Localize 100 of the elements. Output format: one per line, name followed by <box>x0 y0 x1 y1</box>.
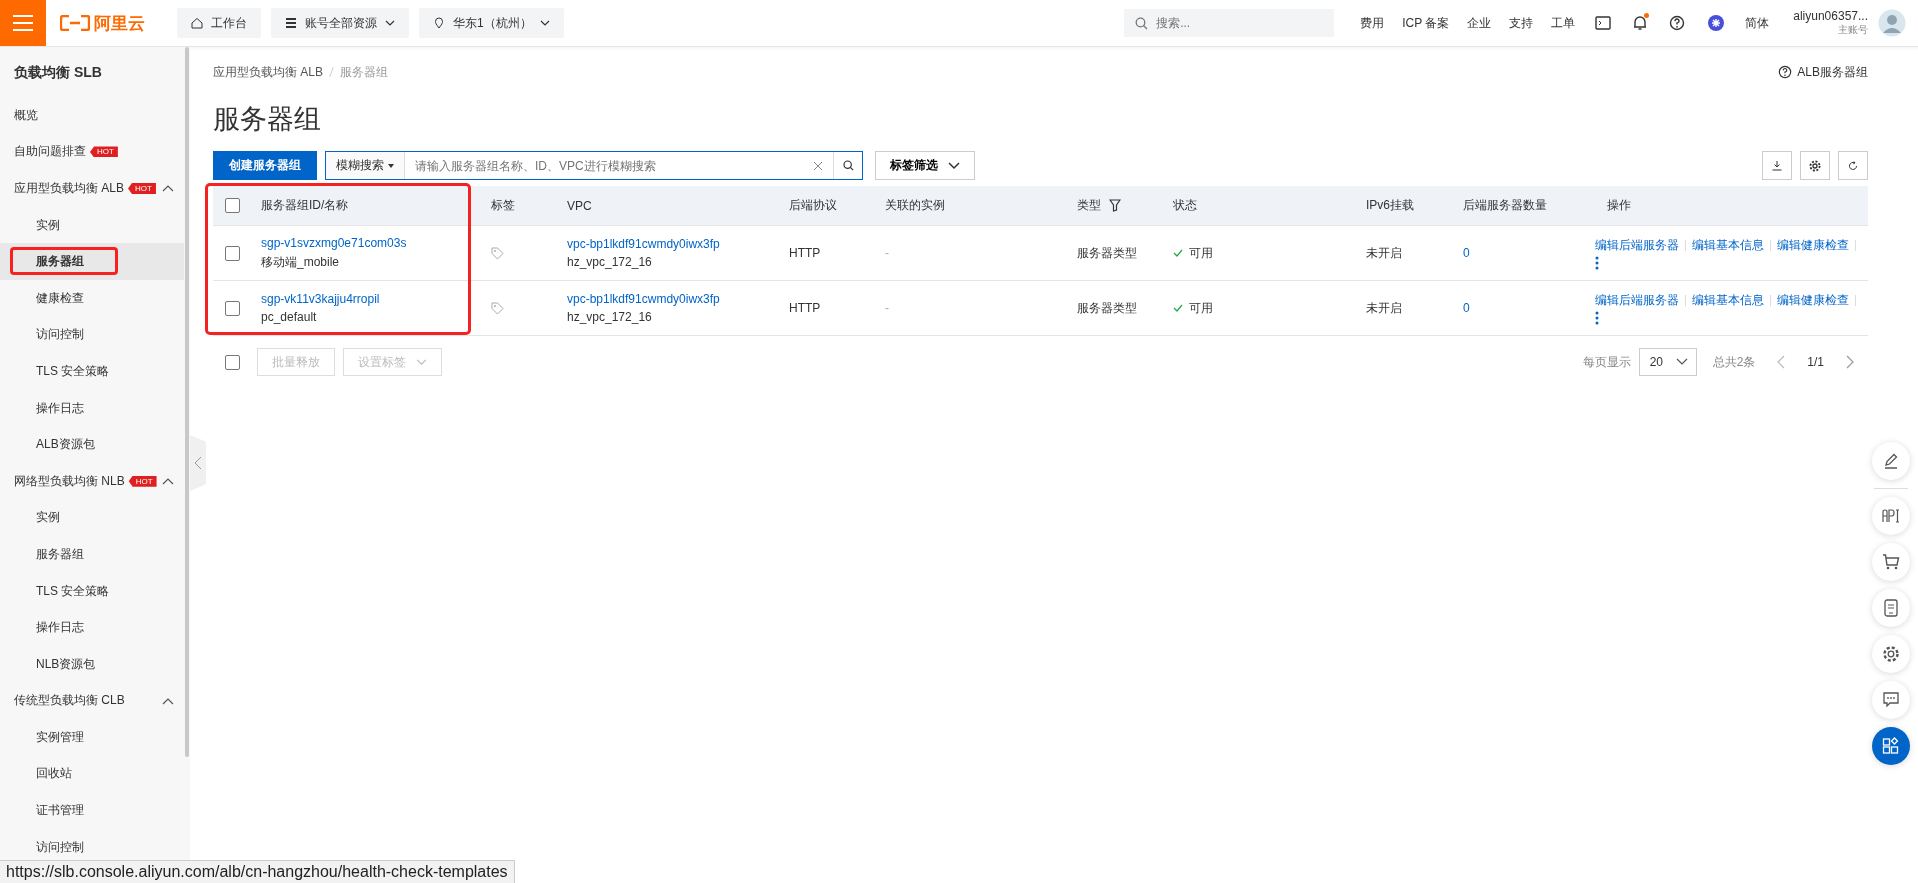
top-nav-link[interactable]: 支持 <box>1509 14 1534 32</box>
sidebar-item[interactable]: 自助问题排查 HOT <box>0 133 190 171</box>
phone-icon <box>1883 599 1899 617</box>
refresh-button[interactable] <box>1838 151 1868 180</box>
top-nav-link[interactable]: 工单 <box>1551 14 1576 32</box>
create-button[interactable]: 创建服务器组 <box>213 151 317 180</box>
terminal-icon[interactable] <box>1595 16 1612 30</box>
app-icon[interactable] <box>1707 14 1726 32</box>
caret-icon <box>385 20 395 26</box>
sidebar-item[interactable]: 概览 <box>0 97 190 134</box>
search-field[interactable]: 模糊搜索 请输入服务器组名称、ID、VPC进行模糊搜索 <box>325 151 863 180</box>
sidebar-item[interactable]: 操作日志 <box>36 619 84 637</box>
server-count-link[interactable]: 0 <box>1463 301 1470 315</box>
account-scope-dropdown[interactable]: 账号全部资源 <box>271 8 409 38</box>
sidebar-item[interactable]: 健康检查 <box>36 289 84 307</box>
hot-badge: HOT <box>90 146 118 158</box>
sidebar-item[interactable]: 服务器组 <box>36 545 84 563</box>
search-mode-dropdown[interactable]: 模糊搜索 <box>326 152 405 179</box>
language-link[interactable]: 简体 <box>1745 14 1770 32</box>
message-button[interactable] <box>1872 681 1910 719</box>
sidebar-item[interactable]: 操作日志 <box>36 399 84 417</box>
sidebar-item[interactable]: 实例 <box>36 216 60 234</box>
sidebar-group[interactable]: 传统型负载均衡 CLB <box>0 682 190 720</box>
menu-button[interactable] <box>0 0 46 46</box>
download-button[interactable] <box>1762 151 1792 180</box>
action-link[interactable]: 编辑基本信息 <box>1692 236 1764 254</box>
region-dropdown[interactable]: 华东1（杭州） <box>419 8 564 38</box>
server-group-id-link[interactable]: sgp-v1svzxmg0e71com03s <box>261 235 407 250</box>
tag-filter-dropdown[interactable]: 标签筛选 <box>875 151 975 180</box>
top-nav-link[interactable]: 费用 <box>1360 14 1385 32</box>
workbench-button[interactable]: 工作台 <box>177 8 261 38</box>
chevron-left-icon <box>194 456 202 470</box>
sidebar-item[interactable]: TLS 安全策略 <box>36 582 110 600</box>
search-icon <box>842 160 854 171</box>
search-field[interactable]: 搜索... <box>1124 9 1335 37</box>
sidebar-item[interactable]: 回收站 <box>36 765 72 783</box>
more-icon[interactable] <box>1595 310 1599 325</box>
apps-button[interactable] <box>1872 727 1910 765</box>
sidebar-title: 负载均衡 SLB <box>13 63 103 82</box>
action-link[interactable]: 编辑健康检查 <box>1777 236 1849 254</box>
help-icon[interactable] <box>1669 15 1686 31</box>
sidebar-group[interactable]: 应用型负载均衡 ALB HOT <box>0 170 190 207</box>
search-input[interactable]: 请输入服务器组名称、ID、VPC进行模糊搜索 <box>405 157 803 174</box>
sidebar-item[interactable]: 实例管理 <box>36 728 84 746</box>
page-size-select[interactable]: 20 <box>1638 348 1697 376</box>
server-count-link[interactable]: 0 <box>1463 246 1470 260</box>
action-link[interactable]: 编辑后端服务器 <box>1595 236 1679 254</box>
home-icon <box>191 17 203 29</box>
status-text: 可用 <box>1189 244 1213 262</box>
action-link[interactable]: 编辑健康检查 <box>1777 291 1849 309</box>
checkbox[interactable] <box>225 245 240 261</box>
sidebar-item[interactable]: TLS 安全策略 <box>36 362 110 380</box>
collapse-handle[interactable] <box>190 435 206 491</box>
vpc-name: hz_vpc_172_16 <box>567 310 652 324</box>
settings-button[interactable] <box>1800 151 1830 180</box>
vpc-link[interactable]: vpc-bp1lkdf91cwmdy0iwx3fp <box>567 292 720 306</box>
bell-icon[interactable] <box>1633 15 1648 31</box>
server-group-name: pc_default <box>261 310 317 324</box>
vpc-link[interactable]: vpc-bp1lkdf91cwmdy0iwx3fp <box>567 237 720 251</box>
table-cell: 未开启 <box>1366 244 1402 262</box>
api-icon <box>1882 509 1900 523</box>
sidebar-item[interactable]: 访问控制 <box>36 326 84 344</box>
api-button[interactable] <box>1872 497 1910 535</box>
top-nav-link[interactable]: 企业 <box>1467 14 1492 32</box>
sidebar-item[interactable]: 实例 <box>36 509 60 527</box>
sidebar-group[interactable]: 网络型负载均衡 NLB HOT <box>0 462 190 500</box>
sidebar-item[interactable]: ALB资源包 <box>36 436 95 454</box>
total-count: 总共2条 <box>1712 353 1756 371</box>
top-nav-link[interactable]: ICP 备案 <box>1402 14 1450 32</box>
grid-icon <box>1882 737 1900 755</box>
status-text: 可用 <box>1189 299 1213 317</box>
gear-icon <box>1809 159 1821 172</box>
sidebar-item[interactable]: 服务器组 <box>36 253 84 271</box>
next-page-icon[interactable] <box>1846 355 1854 369</box>
page-indicator: 1/1 <box>1807 355 1824 369</box>
column-header: 标签 <box>491 197 515 214</box>
more-icon[interactable] <box>1595 255 1599 270</box>
filter-icon[interactable] <box>1109 199 1121 212</box>
checkbox[interactable] <box>225 300 240 316</box>
sidebar-item[interactable]: NLB资源包 <box>36 655 96 673</box>
checkbox[interactable] <box>225 198 240 213</box>
avatar[interactable] <box>1878 9 1906 37</box>
action-link[interactable]: 编辑后端服务器 <box>1595 291 1679 309</box>
cart-button[interactable] <box>1872 543 1910 581</box>
table-cell: 服务器类型 <box>1077 299 1137 317</box>
sidebar-item[interactable]: 证书管理 <box>36 802 84 820</box>
sidebar-item[interactable]: 访问控制 <box>36 838 84 856</box>
mobile-app-button[interactable] <box>1872 589 1910 627</box>
table-cell: HTTP <box>789 246 821 260</box>
page-title: 服务器组 <box>213 103 322 136</box>
breadcrumb-link[interactable]: 应用型负载均衡 ALB <box>213 63 323 81</box>
clear-icon[interactable] <box>813 160 823 171</box>
checkbox[interactable] <box>225 354 240 370</box>
server-group-id-link[interactable]: sgp-vk11v3kajju4rropil <box>261 292 380 306</box>
cart-icon <box>1882 553 1900 571</box>
settings-button[interactable] <box>1872 635 1910 673</box>
help-link[interactable]: ALB服务器组 <box>1778 63 1868 81</box>
feedback-button[interactable] <box>1872 442 1910 480</box>
user-name[interactable]: aliyun06357... <box>1793 9 1868 23</box>
action-link[interactable]: 编辑基本信息 <box>1692 291 1764 309</box>
